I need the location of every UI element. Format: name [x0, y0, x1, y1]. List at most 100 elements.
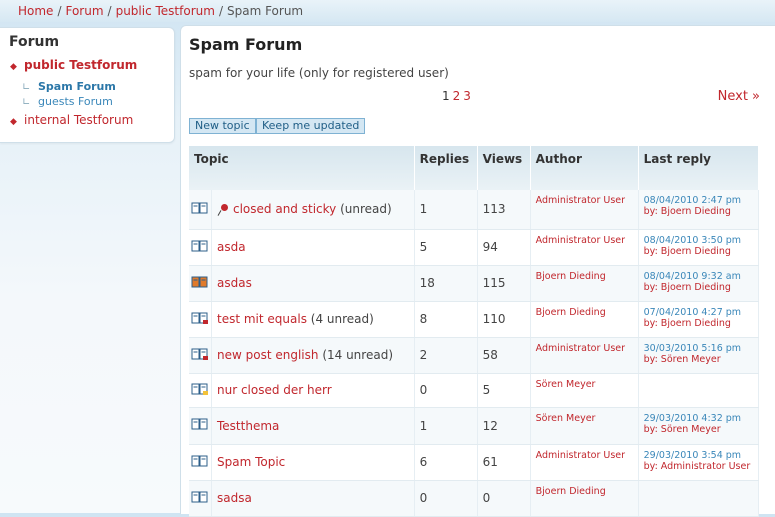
sidebar-item-guests-forum[interactable]: ∟ guests Forum — [22, 94, 113, 108]
last-reply-cell: 08/04/2010 2:47 pm by: Bjoern Dieding — [638, 190, 760, 230]
page-3-link[interactable]: 3 — [463, 89, 471, 103]
forum-description: spam for your life (only for registered … — [189, 66, 449, 80]
last-reply-cell: 30/03/2010 5:16 pm by: Sören Meyer — [638, 337, 760, 374]
sidebar-item-spam-forum[interactable]: ∟ Spam Forum — [22, 79, 116, 93]
author-link[interactable]: Sören Meyer — [536, 413, 596, 424]
author-link[interactable]: Administrator User — [536, 195, 625, 206]
author-cell: Bjoern Dieding — [530, 301, 639, 338]
last-reply-by: by: Sören Meyer — [643, 353, 721, 365]
author-link[interactable]: Administrator User — [536, 450, 625, 461]
next-page-link[interactable]: Next » — [718, 89, 760, 104]
keep-me-updated-button[interactable]: Keep me updated — [256, 118, 366, 134]
replies-cell: 6 — [414, 444, 478, 481]
breadcrumb-public-link[interactable]: public Testforum — [116, 4, 215, 18]
last-reply-by: by: Administrator User — [643, 460, 751, 472]
author-cell: Administrator User — [530, 444, 639, 481]
topic-link[interactable]: new post english — [217, 348, 318, 362]
column-header-views: Views — [477, 146, 531, 190]
table-row: Spam Topic 6 61 Administrator User 29/03/20… — [189, 444, 760, 481]
replies-cell: 18 — [414, 265, 478, 302]
unread-count: (unread) — [340, 202, 392, 217]
book-hot-icon — [191, 276, 209, 292]
author-cell: Sören Meyer — [530, 407, 639, 445]
book-icon — [191, 455, 209, 471]
author-cell: Administrator User — [530, 229, 639, 266]
new-topic-button[interactable]: New topic — [189, 118, 256, 134]
last-reply-date-link[interactable]: 08/04/2010 3:50 pm — [644, 235, 753, 246]
last-reply-date-link[interactable]: 08/04/2010 9:32 am — [644, 271, 753, 282]
last-reply-by: by: Sören Meyer — [643, 423, 721, 435]
author-link[interactable]: Bjoern Dieding — [536, 486, 606, 497]
breadcrumb-separator: / — [218, 4, 223, 18]
author-link[interactable]: Sören Meyer — [536, 379, 596, 390]
views-cell: 12 — [477, 407, 531, 445]
replies-cell: 1 — [414, 190, 478, 230]
topic-icon-cell — [189, 265, 212, 302]
author-link[interactable]: Bjoern Dieding — [536, 307, 606, 318]
topic-cell: closed and sticky (unread) — [211, 190, 415, 230]
author-link[interactable]: Bjoern Dieding — [536, 271, 606, 282]
last-reply-date-link[interactable]: 29/03/2010 3:54 pm — [644, 450, 753, 461]
table-row: asdas 18 115 Bjoern Dieding 08/04/2010 9:32… — [189, 265, 760, 302]
replies-cell: 1 — [414, 407, 478, 445]
table-row: closed and sticky (unread) 1 113 Administra… — [189, 190, 760, 230]
author-cell: Bjoern Dieding — [530, 480, 639, 517]
views-cell: 94 — [477, 229, 531, 266]
last-reply-cell: 29/03/2010 3:54 pm by: Administrator User — [638, 444, 760, 481]
last-reply-cell — [638, 480, 760, 517]
views-cell: 113 — [477, 190, 531, 230]
unread-count: (4 unread) — [310, 312, 374, 326]
last-reply-date-link[interactable]: 29/03/2010 4:32 pm — [644, 413, 753, 424]
book-new-icon — [191, 348, 209, 364]
author-link[interactable]: Administrator User — [536, 343, 625, 354]
topic-link[interactable]: asdas — [217, 276, 252, 290]
last-reply-by: by: Bjoern Dieding — [643, 281, 731, 293]
table-row: new post english (14 unread) 2 58 Administr… — [189, 337, 760, 374]
book-icon — [191, 418, 209, 434]
topic-link[interactable]: closed and sticky — [233, 202, 336, 216]
table-row: asda 5 94 Administrator User 08/04/2010 3:5… — [189, 229, 760, 266]
last-reply-cell: 08/04/2010 3:50 pm by: Bjoern Dieding — [638, 229, 760, 266]
replies-cell: 5 — [414, 229, 478, 266]
sidebar-item-label[interactable]: guests Forum — [38, 95, 113, 108]
last-reply-date-link[interactable]: 07/04/2010 4:27 pm — [644, 307, 753, 318]
sidebar-item-label[interactable]: Spam Forum — [38, 80, 116, 93]
book-icon — [191, 491, 209, 507]
topic-cell: sadsa — [211, 480, 415, 517]
breadcrumb-separator: / — [57, 4, 62, 18]
last-reply-cell: 29/03/2010 4:32 pm by: Sören Meyer — [638, 407, 760, 445]
topic-link[interactable]: Spam Topic — [217, 455, 285, 469]
last-reply-cell — [638, 373, 760, 408]
book-closed-icon — [191, 202, 209, 218]
last-reply-date-link[interactable]: 30/03/2010 5:16 pm — [644, 343, 753, 354]
page-title: Spam Forum — [189, 35, 303, 54]
topic-icon-cell — [189, 301, 212, 338]
topic-link[interactable]: test mit equals — [217, 312, 307, 326]
sidebar-title: Forum — [9, 34, 60, 50]
topic-icon-cell — [189, 337, 212, 374]
topic-cell: asda — [211, 229, 415, 266]
last-reply-date-link[interactable]: 08/04/2010 2:47 pm — [644, 195, 753, 206]
topic-link[interactable]: nur closed der herr — [217, 383, 332, 397]
sidebar-item-label[interactable]: internal Testforum — [24, 113, 133, 127]
sidebar-item-internal-testforum[interactable]: ◆ internal Testforum — [10, 113, 133, 127]
author-link[interactable]: Administrator User — [536, 235, 625, 246]
breadcrumb-home-link[interactable]: Home — [18, 4, 53, 18]
author-cell: Sören Meyer — [530, 373, 639, 408]
views-cell: 58 — [477, 337, 531, 374]
breadcrumb-current: Spam Forum — [226, 4, 304, 18]
sidebar-item-label[interactable]: public Testforum — [24, 58, 137, 72]
topic-icon-cell — [189, 407, 212, 445]
page-2-link[interactable]: 2 — [453, 89, 461, 103]
book-icon — [191, 240, 209, 256]
topic-icon-cell — [189, 190, 212, 230]
book-new-icon — [191, 312, 209, 328]
tree-corner-icon: ∟ — [22, 82, 31, 93]
topic-link[interactable]: Testthema — [217, 419, 279, 433]
topic-link[interactable]: sadsa — [217, 491, 252, 505]
breadcrumb-forum-link[interactable]: Forum — [65, 4, 103, 18]
sidebar-item-public-testforum[interactable]: ◆ public Testforum — [10, 58, 137, 72]
topic-link[interactable]: asda — [217, 240, 246, 254]
bullet-icon: ◆ — [10, 117, 17, 127]
author-cell: Administrator User — [530, 337, 639, 374]
